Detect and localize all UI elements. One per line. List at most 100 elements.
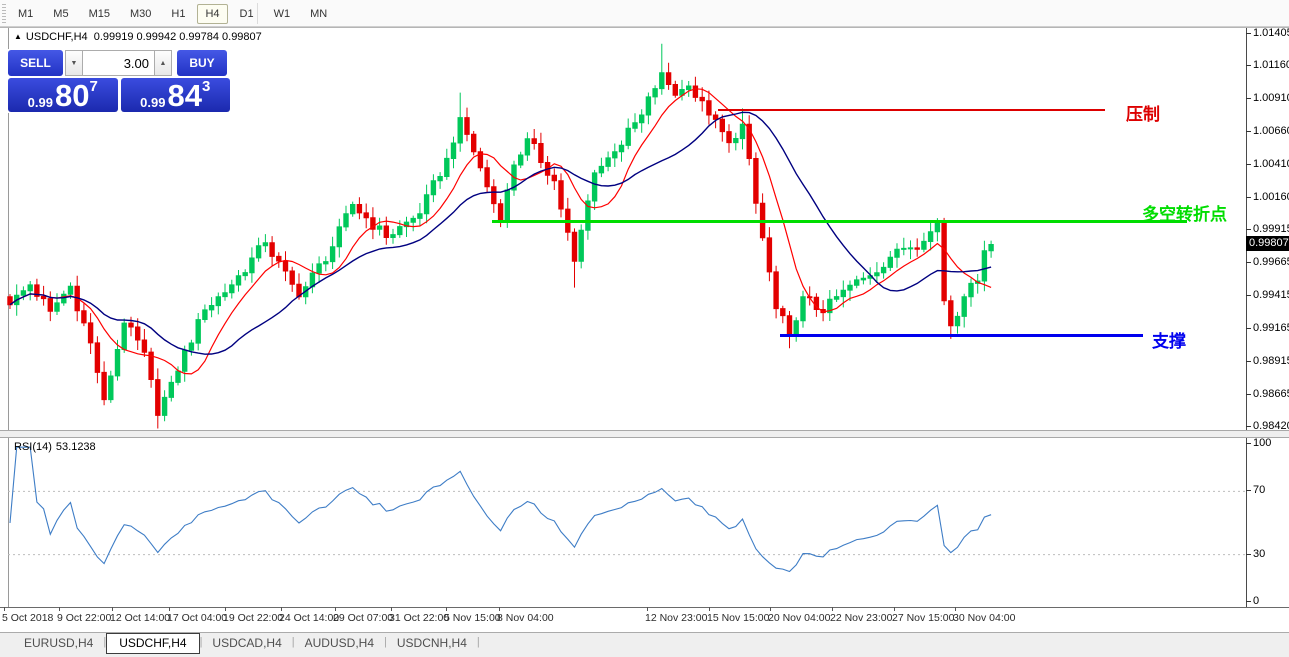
time-axis-label: 9 Oct 22:00 xyxy=(57,612,111,624)
rsi-name: RSI(14) xyxy=(14,441,52,453)
ask-price-button[interactable]: 0.99843 xyxy=(121,78,231,112)
mt4-window: M1M5M15M30H1H4D1W1MN ▲USDCHF,H4 0.999190… xyxy=(0,0,1289,657)
time-tick-mark xyxy=(4,607,5,611)
time-tick-mark xyxy=(709,607,710,611)
price-tick-label: 1.00910 xyxy=(1253,92,1289,104)
time-axis-label: 8 Nov 04:00 xyxy=(497,612,554,624)
time-tick-mark xyxy=(225,607,226,611)
timeframe-w1[interactable]: W1 xyxy=(266,4,299,24)
volume-input[interactable]: 3.00 xyxy=(82,50,155,76)
time-tick-mark xyxy=(112,607,113,611)
price-tick-label: 0.99915 xyxy=(1253,223,1289,235)
time-axis-label: 27 Nov 15:00 xyxy=(892,612,954,624)
time-axis-label: 31 Oct 22:00 xyxy=(389,612,449,624)
trendline-label-resistance[interactable]: 压制 xyxy=(1126,100,1160,125)
ask-main-digits: 84 xyxy=(167,81,201,110)
buy-button[interactable]: BUY xyxy=(177,50,227,76)
rsi-tick-label: 100 xyxy=(1253,437,1271,449)
timeframe-m1[interactable]: M1 xyxy=(10,4,41,24)
triangle-down-icon: ▼ xyxy=(71,60,78,67)
ohlc-low: 0.99784 xyxy=(179,31,219,43)
rsi-value: 53.1238 xyxy=(56,441,96,453)
time-tick-mark xyxy=(770,607,771,611)
current-price-badge: 0.99807 xyxy=(1246,236,1289,251)
time-tick-mark xyxy=(894,607,895,611)
trendline-label-support[interactable]: 支撑 xyxy=(1152,327,1186,352)
time-axis-label: 5 Oct 2018 xyxy=(2,612,53,624)
triangle-up-icon: ▲ xyxy=(160,60,167,67)
bid-pip-digit: 7 xyxy=(89,79,97,94)
time-axis-label: 15 Nov 15:00 xyxy=(707,612,769,624)
timeframe-h4[interactable]: H4 xyxy=(197,4,227,24)
price-tick-label: 0.99665 xyxy=(1253,256,1289,268)
bid-price-button[interactable]: 0.99807 xyxy=(8,78,118,112)
rsi-chart[interactable] xyxy=(0,438,1246,607)
time-axis-label: 24 Oct 14:00 xyxy=(279,612,339,624)
time-tick-mark xyxy=(499,607,500,611)
trendline-bull-bear-pivot[interactable] xyxy=(492,220,1187,223)
timeframe-m30[interactable]: M30 xyxy=(122,4,159,24)
price-tick-label: 0.99165 xyxy=(1253,322,1289,334)
price-axis-divider xyxy=(1246,28,1247,607)
tab-usdchf-h4[interactable]: USDCHF,H4 xyxy=(106,633,199,654)
timeframe-m15[interactable]: M15 xyxy=(81,4,118,24)
tab-audusd-h4[interactable]: AUDUSD,H4 xyxy=(295,634,384,652)
pane-splitter[interactable] xyxy=(0,430,1289,438)
price-tick-label: 0.98915 xyxy=(1253,355,1289,367)
tab-separator: | xyxy=(477,636,480,648)
price-tick-label: 1.00660 xyxy=(1253,125,1289,137)
timeframe-mn[interactable]: MN xyxy=(302,4,335,24)
toolbar-separator xyxy=(257,3,258,24)
tab-usdcad-h4[interactable]: USDCAD,H4 xyxy=(202,634,291,652)
time-axis-label: 17 Oct 04:00 xyxy=(167,612,227,624)
time-tick-mark xyxy=(955,607,956,611)
time-axis-label: 22 Nov 23:00 xyxy=(830,612,892,624)
time-axis-label: 12 Oct 14:00 xyxy=(110,612,170,624)
up-candle-bodies xyxy=(15,73,994,416)
time-axis-label: 5 Nov 15:00 xyxy=(444,612,501,624)
price-tick-label: 1.00410 xyxy=(1253,158,1289,170)
timeframe-toolbar: M1M5M15M30H1H4D1W1MN xyxy=(8,0,337,27)
trendline-resistance[interactable] xyxy=(718,109,1105,111)
volume-decrease-button[interactable]: ▼ xyxy=(65,50,82,76)
time-axis-label: 30 Nov 04:00 xyxy=(953,612,1015,624)
bid-main-digits: 80 xyxy=(55,81,89,110)
time-axis-line xyxy=(0,607,1289,608)
time-tick-mark xyxy=(391,607,392,611)
timeframe-h1[interactable]: H1 xyxy=(163,4,193,24)
time-axis-label: 12 Nov 23:00 xyxy=(645,612,707,624)
tab-usdcnh-h4[interactable]: USDCNH,H4 xyxy=(387,634,477,652)
time-axis-label: 20 Nov 04:00 xyxy=(768,612,830,624)
chart-symbol-period: USDCHF,H4 xyxy=(26,31,88,43)
toolbar-grip-handle[interactable] xyxy=(2,4,6,23)
time-tick-mark xyxy=(832,607,833,611)
collapse-panel-icon[interactable]: ▲ xyxy=(14,32,22,41)
time-tick-mark xyxy=(335,607,336,611)
rsi-tick-label: 30 xyxy=(1253,548,1265,560)
one-click-trading-panel: SELL ▼ 3.00 ▲ BUY 0.99807 0.99843 xyxy=(7,49,231,113)
timeframe-m5[interactable]: M5 xyxy=(45,4,76,24)
trendline-support[interactable] xyxy=(780,334,1143,337)
price-tick-label: 1.01160 xyxy=(1253,59,1289,71)
price-tick-label: 0.98420 xyxy=(1253,420,1289,432)
ohlc-close: 0.99807 xyxy=(222,31,262,43)
time-tick-mark xyxy=(281,607,282,611)
time-axis-label: 19 Oct 22:00 xyxy=(223,612,283,624)
rsi-tick-label: 70 xyxy=(1253,484,1265,496)
trendline-label-bull-bear-pivot[interactable]: 多空转折点 xyxy=(1142,200,1227,225)
chart-tab-bar: EURUSD,H4|USDCHF,H4|USDCAD,H4|AUDUSD,H4|… xyxy=(0,632,1289,657)
rsi-tick-label: 0 xyxy=(1253,595,1259,607)
tab-eurusd-h4[interactable]: EURUSD,H4 xyxy=(14,634,103,652)
price-tick-label: 1.00160 xyxy=(1253,191,1289,203)
rsi-line xyxy=(10,447,991,571)
sell-button[interactable]: SELL xyxy=(8,50,63,76)
down-candle-bodies xyxy=(8,73,953,416)
ma-fast-line xyxy=(10,89,991,374)
chart-title: ▲USDCHF,H4 0.999190.999420.997840.99807 xyxy=(14,31,265,43)
ohlc-high: 0.99942 xyxy=(136,31,176,43)
ma-slow-line xyxy=(10,112,991,354)
time-axis-label: 29 Oct 07:00 xyxy=(333,612,393,624)
volume-increase-button[interactable]: ▲ xyxy=(155,50,172,76)
time-tick-mark xyxy=(446,607,447,611)
time-tick-mark xyxy=(169,607,170,611)
